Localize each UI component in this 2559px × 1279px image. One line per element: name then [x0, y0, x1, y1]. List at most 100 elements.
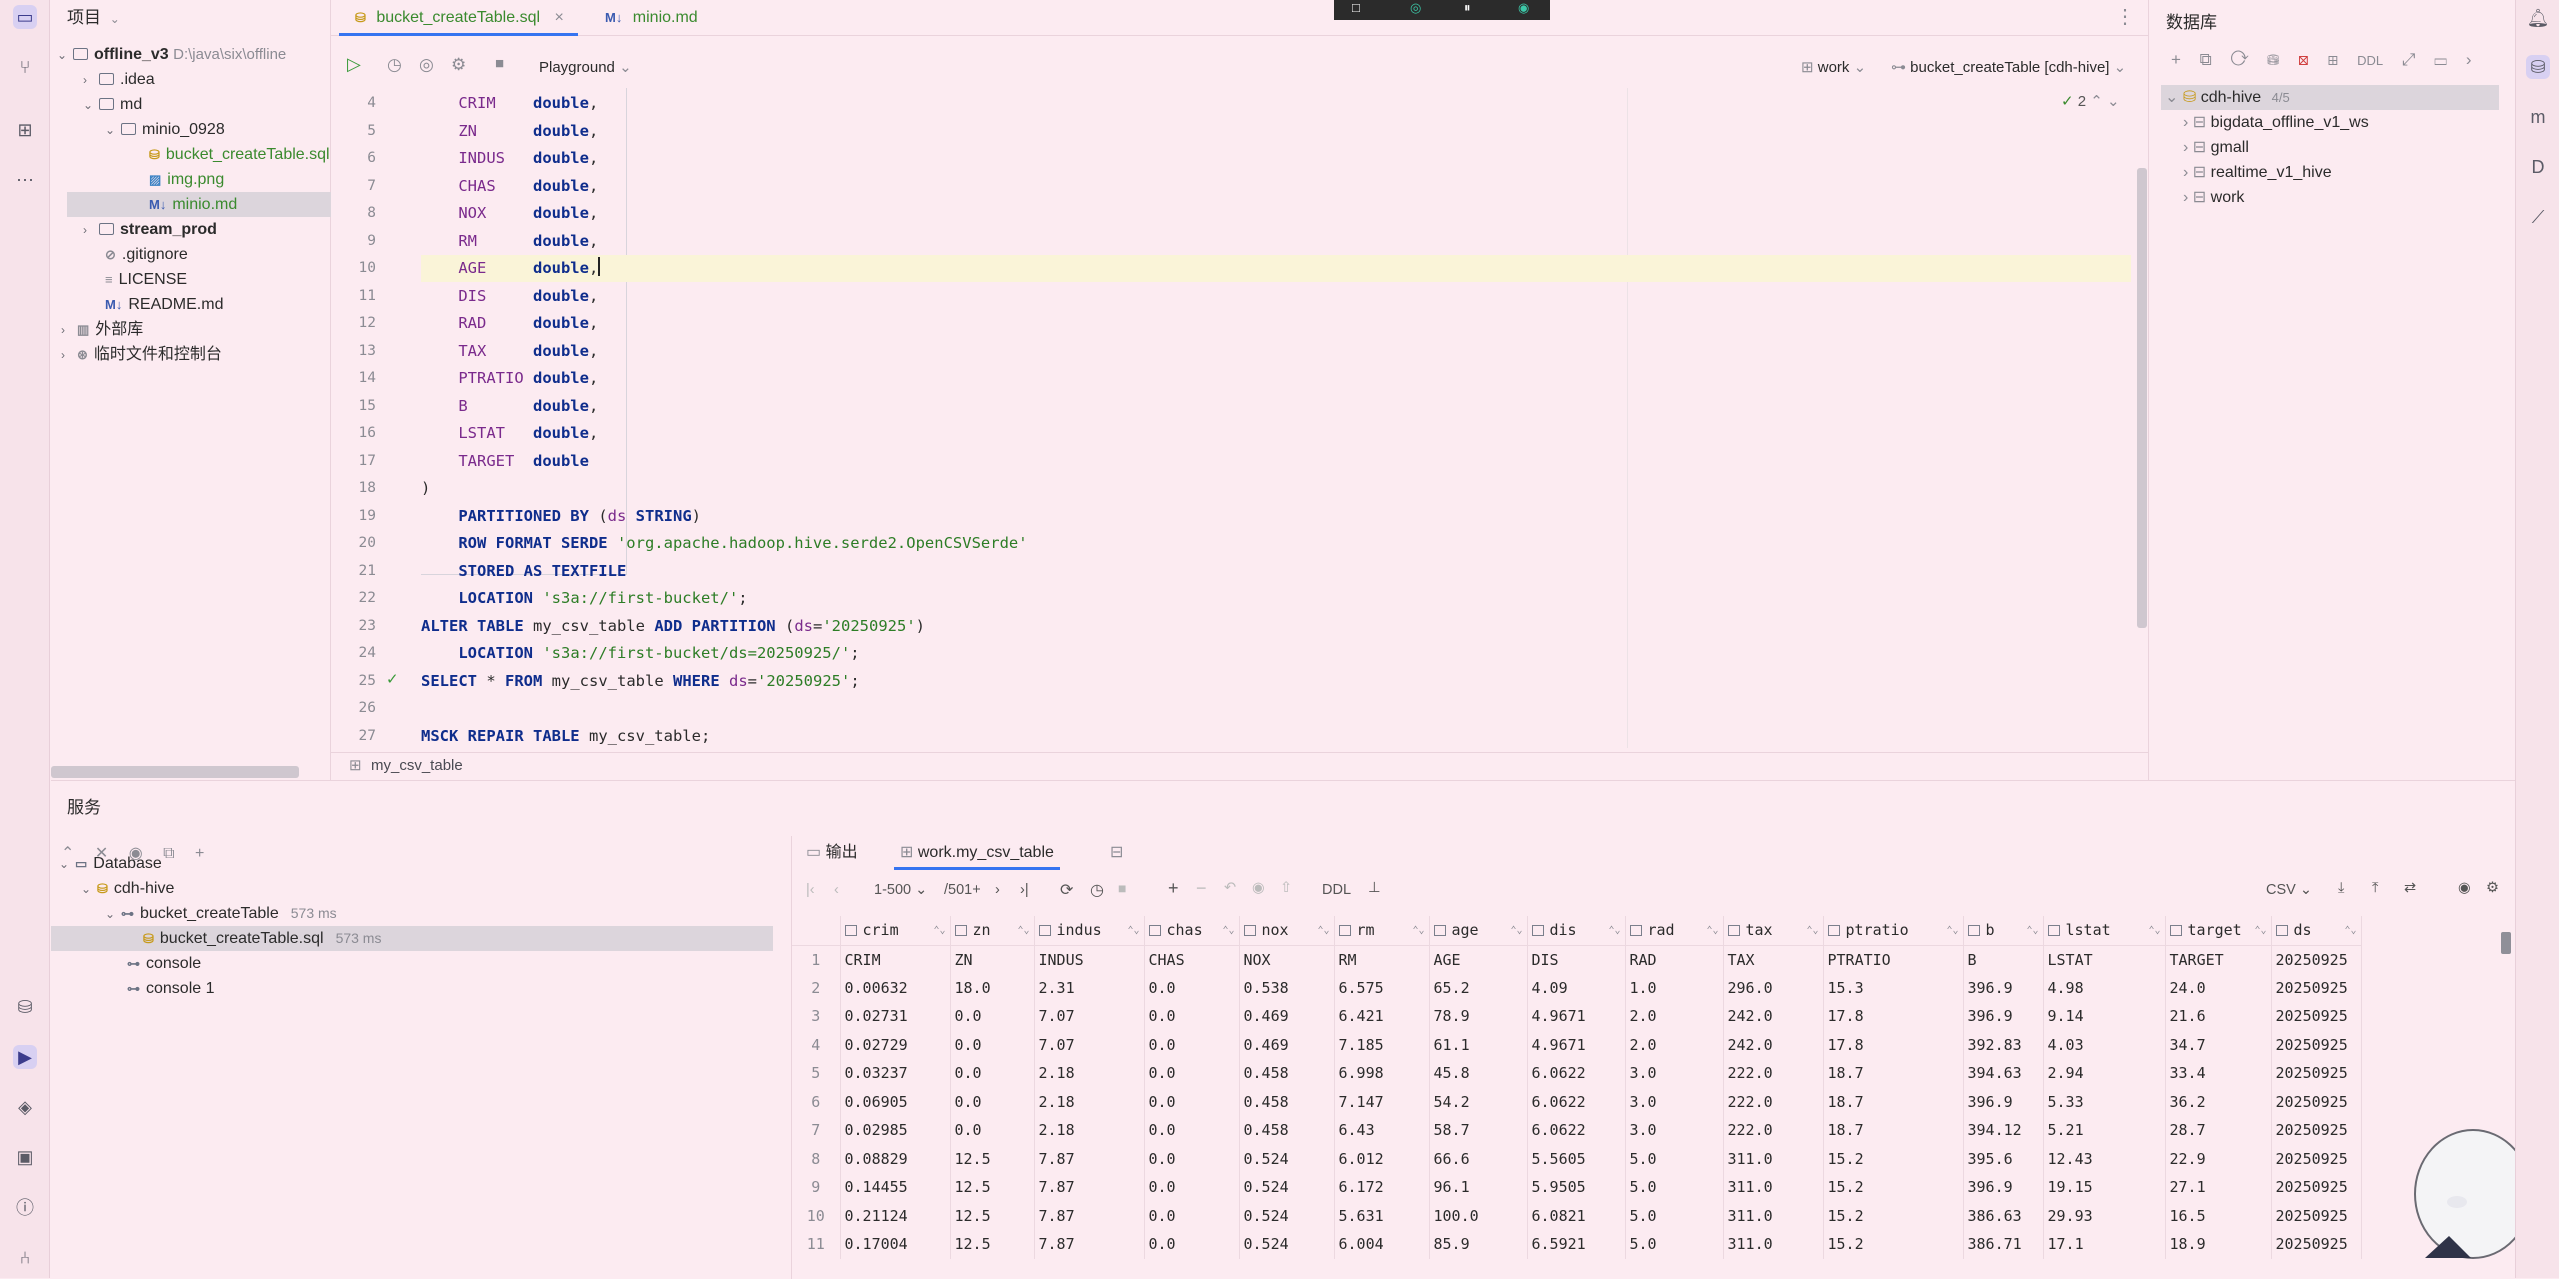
- table-cell[interactable]: 20250925: [2271, 1002, 2362, 1031]
- table-cell[interactable]: 0.06905: [840, 1087, 951, 1116]
- table-cell[interactable]: 0.0: [1144, 1173, 1240, 1202]
- table-cell[interactable]: 2.31: [1034, 973, 1145, 1002]
- table-cell[interactable]: 6.004: [1334, 1230, 1430, 1259]
- service-tree-item[interactable]: ⌄ ▭ Database: [51, 851, 773, 876]
- code-line[interactable]: B double,: [421, 393, 598, 420]
- more-options-icon[interactable]: ⋮: [2115, 4, 2135, 29]
- table-cell[interactable]: 15.2: [1823, 1230, 1964, 1259]
- column-header-target[interactable]: target ⌃⌄: [2165, 916, 2272, 946]
- table-cell[interactable]: 0.0: [950, 1087, 1035, 1116]
- table-cell[interactable]: 7.87: [1034, 1230, 1145, 1259]
- table-cell[interactable]: 394.12: [1963, 1116, 2044, 1145]
- table-cell[interactable]: 0.0: [1144, 1230, 1240, 1259]
- previous-page-icon[interactable]: ‹: [834, 882, 839, 898]
- table-cell[interactable]: 4.09: [1527, 973, 1626, 1002]
- code-line[interactable]: STORED AS TEXTFILE: [421, 558, 626, 585]
- table-cell[interactable]: 12.5: [950, 1144, 1035, 1173]
- code-line[interactable]: SELECT * FROM my_csv_table WHERE ds='202…: [421, 668, 860, 695]
- table-cell[interactable]: 7.87: [1034, 1173, 1145, 1202]
- table-cell[interactable]: 12.43: [2043, 1144, 2166, 1173]
- table-cell[interactable]: 7.185: [1334, 1030, 1430, 1059]
- line-number[interactable]: 20: [331, 530, 376, 557]
- table-cell[interactable]: 0.0: [1144, 1030, 1240, 1059]
- table-cell[interactable]: RM: [1334, 945, 1430, 974]
- disconnect-icon[interactable]: ⊠: [2298, 50, 2309, 69]
- table-cell[interactable]: 0.02731: [840, 1002, 951, 1031]
- result-grid[interactable]: crim ⌃⌄ zn ⌃⌄ indus ⌃⌄ chas ⌃⌄ nox ⌃⌄ rm ⌃⌄ age ⌃⌄ dis…: [792, 916, 2362, 1259]
- explain-icon[interactable]: ◎: [419, 55, 434, 75]
- column-header-indus[interactable]: indus ⌃⌄: [1034, 916, 1145, 946]
- tree-item-license[interactable]: ≡ LICENSE: [103, 267, 187, 292]
- chevron-right-icon[interactable]: ›: [2466, 50, 2472, 69]
- code-line[interactable]: PARTITIONED BY (ds STRING): [421, 503, 701, 530]
- table-cell[interactable]: 6.421: [1334, 1002, 1430, 1031]
- square-icon[interactable]: □: [1352, 0, 1360, 15]
- table-cell[interactable]: 2.94: [2043, 1059, 2166, 1088]
- table-cell[interactable]: 36.2: [2165, 1087, 2272, 1116]
- service-tree-item[interactable]: ⊶ console 1: [51, 976, 773, 1001]
- git-branch-icon[interactable]: ⑃: [13, 1246, 37, 1270]
- table-cell[interactable]: CHAS: [1144, 945, 1240, 974]
- service-tree-item[interactable]: ⌄ ⛁ cdh-hive: [51, 876, 773, 901]
- table-cell[interactable]: 2.0: [1625, 1030, 1724, 1059]
- code-line[interactable]: RM double,: [421, 228, 598, 255]
- table-cell[interactable]: 0.0: [1144, 973, 1240, 1002]
- table-cell[interactable]: 2.0: [1625, 1002, 1724, 1031]
- next-page-icon[interactable]: ›: [995, 882, 1000, 898]
- table-cell[interactable]: 24.0: [2165, 973, 2272, 1002]
- table-cell[interactable]: 22.9: [2165, 1144, 2272, 1173]
- sort-icon[interactable]: ⌃⌄: [1017, 925, 1029, 936]
- stop-icon[interactable]: ■: [495, 55, 504, 72]
- table-cell[interactable]: ZN: [950, 945, 1035, 974]
- line-number[interactable]: 7: [331, 173, 376, 200]
- tree-item-minio-0928[interactable]: ⌄ minio_0928: [105, 117, 225, 142]
- code-line[interactable]: CHAS double,: [421, 173, 598, 200]
- table-cell[interactable]: 66.6: [1429, 1144, 1528, 1173]
- table-cell[interactable]: 54.2: [1429, 1087, 1528, 1116]
- playground-dropdown[interactable]: Playground ⌄: [539, 58, 632, 76]
- compare-icon[interactable]: ⇄: [2404, 880, 2416, 896]
- table-cell[interactable]: 29.93: [2043, 1201, 2166, 1230]
- sort-icon[interactable]: ⌃⌄: [1317, 925, 1329, 936]
- table-cell[interactable]: 17.8: [1823, 1002, 1964, 1031]
- table-cell[interactable]: 65.2: [1429, 973, 1528, 1002]
- table-cell[interactable]: 3.0: [1625, 1087, 1724, 1116]
- table-cell[interactable]: 0.03237: [840, 1059, 951, 1088]
- tab-minio-md[interactable]: M↓ minio.md: [589, 0, 712, 36]
- table-cell[interactable]: AGE: [1429, 945, 1528, 974]
- service-tree-item[interactable]: ⊶ console: [51, 951, 773, 976]
- git-commit-icon[interactable]: ⑂: [13, 55, 37, 79]
- upload-icon[interactable]: ⤒: [2372, 880, 2378, 896]
- sort-icon[interactable]: ⌃⌄: [1946, 925, 1958, 936]
- jump-icon[interactable]: ⤢: [2402, 50, 2416, 69]
- table-cell[interactable]: 7.07: [1034, 1002, 1145, 1031]
- table-cell[interactable]: 396.9: [1963, 1087, 2044, 1116]
- code-line[interactable]: AGE double,: [421, 255, 2131, 282]
- reload-icon[interactable]: ⟳: [1060, 880, 1073, 900]
- table-cell[interactable]: 85.9: [1429, 1230, 1528, 1259]
- schema-gmall[interactable]: › ⊟ gmall: [2183, 135, 2249, 160]
- line-number[interactable]: 10: [331, 255, 376, 282]
- table-cell[interactable]: 0.00632: [840, 973, 951, 1002]
- table-cell[interactable]: 0.524: [1239, 1173, 1335, 1202]
- table-cell[interactable]: 0.469: [1239, 1002, 1335, 1031]
- ddl-button[interactable]: DDL: [1322, 882, 1351, 898]
- service-tree-item[interactable]: ⌄ ⊶ bucket_createTable 573 ms: [51, 901, 773, 926]
- services-icon[interactable]: ▶: [13, 1045, 37, 1069]
- table-row[interactable]: 11 0.17004 12.5 7.87 0.0 0.524 6.004 85.9 6.5921…: [792, 1230, 2362, 1259]
- line-number[interactable]: 16: [331, 420, 376, 447]
- code-line[interactable]: ROW FORMAT SERDE 'org.apache.hadoop.hive…: [421, 530, 1027, 557]
- add-row-icon[interactable]: +: [1168, 878, 1179, 899]
- table-cell[interactable]: 394.63: [1963, 1059, 2044, 1088]
- table-cell[interactable]: INDUS: [1034, 945, 1145, 974]
- line-number[interactable]: 4: [331, 90, 376, 117]
- download-icon[interactable]: ⤓: [2338, 880, 2344, 896]
- table-row[interactable]: 1 CRIM ZN INDUS CHAS NOX RM AGE DIS RAD TAX PTRATIO…: [792, 945, 2362, 974]
- table-row[interactable]: 5 0.03237 0.0 2.18 0.0 0.458 6.998 45.8 6.0622 3.…: [792, 1059, 2362, 1088]
- table-cell[interactable]: 0.0: [1144, 1201, 1240, 1230]
- table-cell[interactable]: 0.458: [1239, 1087, 1335, 1116]
- submit-icon[interactable]: ⇧: [1280, 880, 1292, 896]
- column-header-tax[interactable]: tax ⌃⌄: [1723, 916, 1824, 946]
- table-cell[interactable]: 18.7: [1823, 1059, 1964, 1088]
- column-header-age[interactable]: age ⌃⌄: [1429, 916, 1528, 946]
